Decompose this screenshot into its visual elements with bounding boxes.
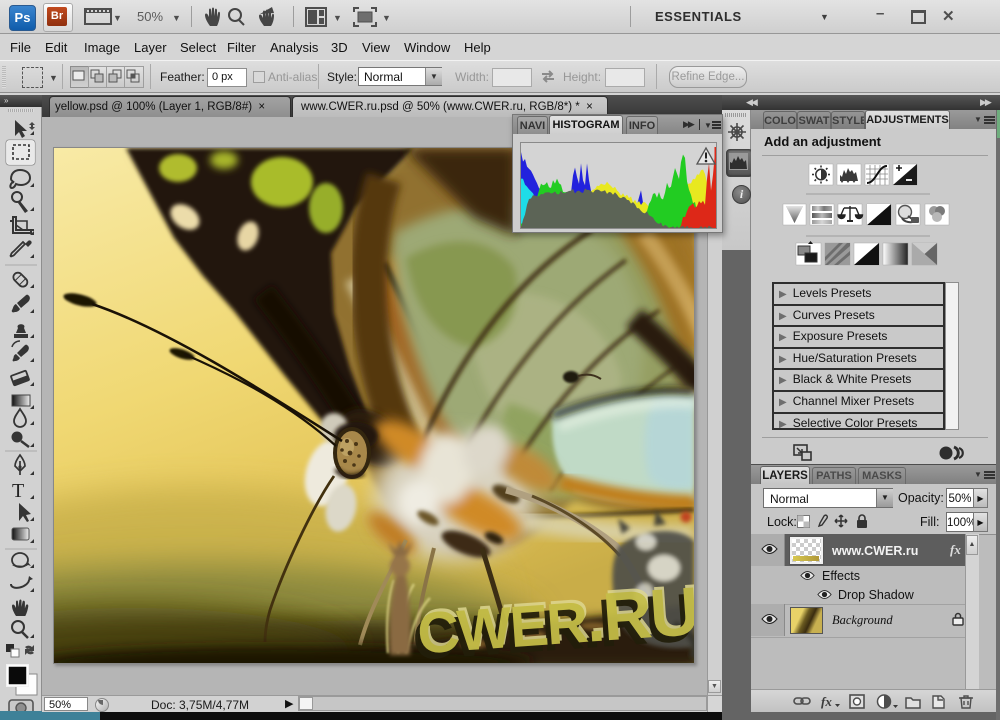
svg-text:fx: fx xyxy=(821,694,832,709)
svg-text:T: T xyxy=(12,480,24,502)
